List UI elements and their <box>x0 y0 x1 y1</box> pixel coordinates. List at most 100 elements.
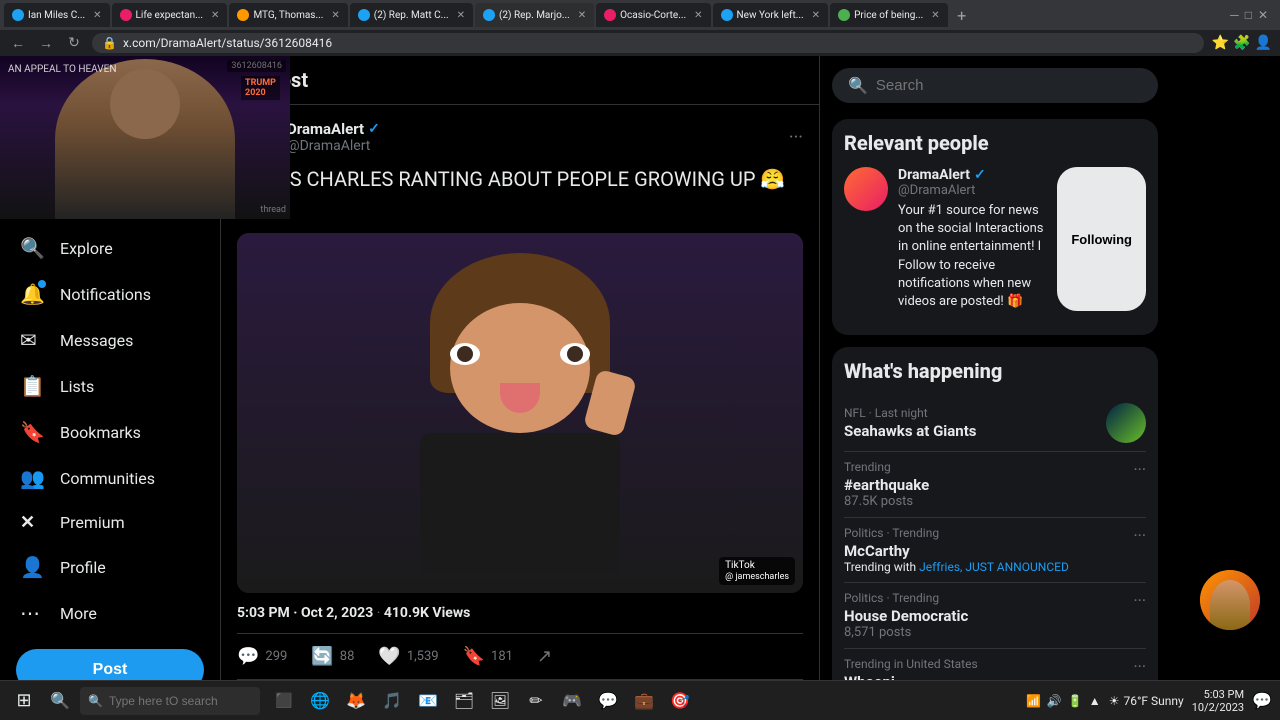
sidebar-item-messages[interactable]: ✉ Messages <box>4 318 216 362</box>
search-bar: 🔍 <box>832 68 1158 103</box>
browser-tab-5[interactable]: (2) Rep. Marjo... ✕ <box>475 3 594 27</box>
house-more-icon[interactable]: ··· <box>1133 591 1146 610</box>
share-icon: ↗ <box>537 646 552 667</box>
notification-up-icon[interactable]: ▲ <box>1089 694 1101 708</box>
browser-tab-3[interactable]: MTG, Thomas... ✕ <box>229 3 347 27</box>
relevant-people-title: Relevant people <box>844 131 1146 155</box>
earthquake-more-icon[interactable]: ··· <box>1133 460 1146 479</box>
trending-whoopi-row: Trending in United States Whoopi 6,616 p… <box>844 657 1146 680</box>
browser-tab-2[interactable]: Life expectan... ✕ <box>112 3 228 27</box>
tweet-meta: 5:03 PM · Oct 2, 2023 · 410.9K Views <box>237 605 803 621</box>
taskbar-edit-icon[interactable]: ✏ <box>520 685 552 717</box>
minimize-button[interactable]: ─ <box>1230 8 1239 22</box>
network-icon[interactable]: 📶 <box>1026 694 1041 708</box>
taskbar-firefox-icon[interactable]: 🦊 <box>340 685 372 717</box>
taskbar-search-button[interactable]: 🔍 <box>44 685 76 717</box>
search-input[interactable] <box>876 77 1142 94</box>
browser-tab-8[interactable]: Price of being... ✕ <box>830 3 948 27</box>
trending-mccarthy-row: Politics · Trending McCarthy Trending wi… <box>844 526 1146 574</box>
new-tab-button[interactable]: + <box>950 3 974 27</box>
back-button[interactable]: ← <box>8 35 28 52</box>
post-header: ← Post <box>221 56 819 105</box>
browser-tab-1[interactable]: Ian Miles C... ✕ <box>4 3 110 27</box>
maximize-button[interactable]: □ <box>1245 8 1252 22</box>
start-button[interactable]: ⊞ <box>8 685 40 717</box>
tweet-more-button[interactable]: ··· <box>789 127 803 148</box>
trending-item-mccarthy[interactable]: Politics · Trending McCarthy Trending wi… <box>844 518 1146 583</box>
forward-button[interactable]: → <box>36 35 56 52</box>
trending-house-row: Politics · Trending House Democratic 8,5… <box>844 591 1146 640</box>
taskbar-teams-icon[interactable]: 💼 <box>628 685 660 717</box>
browser-tab-6[interactable]: Ocasio-Corte... ✕ <box>596 3 710 27</box>
sidebar-item-lists[interactable]: 📋 Lists <box>4 364 216 408</box>
browser-tab-4[interactable]: (2) Rep. Matt C... ✕ <box>350 3 473 27</box>
whoopi-more-icon[interactable]: ··· <box>1133 657 1146 676</box>
bookmarks-icon: 🔖 <box>20 420 45 444</box>
tweet-author-name: DramaAlert ✓ <box>287 120 380 138</box>
lists-icon: 📋 <box>20 374 45 398</box>
mccarthy-info: Politics · Trending McCarthy Trending wi… <box>844 526 1069 574</box>
sidebar-item-bookmarks[interactable]: 🔖 Bookmarks <box>4 410 216 454</box>
follow-button[interactable]: Following <box>1057 167 1146 311</box>
taskbar-office-icon[interactable]: 🎯 <box>664 685 696 717</box>
tweet-video[interactable]: TikTok@ jamescharles <box>237 233 803 593</box>
bookmark-action[interactable]: 🔖 181 <box>463 646 513 667</box>
trending-item-earthquake[interactable]: Trending #earthquake 87.5K posts ··· <box>844 452 1146 518</box>
sound-icon[interactable]: 🔊 <box>1047 694 1062 708</box>
sidebar-item-premium-label: Premium <box>60 513 125 532</box>
reply-action[interactable]: 💬 299 <box>237 646 287 667</box>
seahawks-image <box>1106 403 1146 443</box>
battery-icon[interactable]: 🔋 <box>1068 694 1083 708</box>
mccarthy-more-icon[interactable]: ··· <box>1133 526 1146 545</box>
center-column: ← Post D DramaAlert ✓ @DramaAlert ··· <box>220 56 820 680</box>
sidebar-item-more[interactable]: ⋯ More <box>4 591 216 635</box>
premium-icon: ✕ <box>20 512 35 533</box>
post-button[interactable]: Post <box>16 649 204 680</box>
profile-icon[interactable]: 👤 <box>1255 35 1272 51</box>
sidebar-item-communities[interactable]: 👥 Communities <box>4 456 216 500</box>
extensions-icon[interactable]: 🧩 <box>1233 35 1250 51</box>
taskbar-chrome-icon[interactable]: 🌐 <box>304 685 336 717</box>
tiktok-badge: TikTok@ jamescharles <box>719 557 795 585</box>
notification-center[interactable]: 💬 <box>1252 691 1272 710</box>
house-topic: House Democratic <box>844 607 968 625</box>
retweet-icon: 🔄 <box>311 646 333 667</box>
like-action[interactable]: 🤍 1,539 <box>378 646 438 667</box>
taskbar-search-input[interactable] <box>109 694 249 708</box>
whoopi-topic: Whoopi <box>844 673 978 680</box>
tweet-author-row: D DramaAlert ✓ @DramaAlert ··· <box>237 117 803 157</box>
taskbar-photos-icon[interactable]: 🖼 <box>484 685 516 717</box>
sidebar-item-premium[interactable]: ✕ Premium <box>4 502 216 543</box>
taskbar-games-icon[interactable]: 🎮 <box>556 685 588 717</box>
close-button[interactable]: ✕ <box>1258 8 1268 22</box>
taskbar-search-bar[interactable]: 🔍 <box>80 687 260 715</box>
communities-icon: 👥 <box>20 466 45 490</box>
sidebar-item-notifications[interactable]: 🔔 Notifications <box>4 272 216 316</box>
retweet-action[interactable]: 🔄 88 <box>311 646 354 667</box>
taskbar-files-icon[interactable]: 🗂 <box>448 685 480 717</box>
share-action[interactable]: ↗ <box>537 646 552 667</box>
house-info: Politics · Trending House Democratic 8,5… <box>844 591 968 640</box>
more-icon: ⋯ <box>20 601 40 625</box>
trending-item-nfl[interactable]: NFL · Last night Seahawks at Giants <box>844 395 1146 452</box>
stream-avatar[interactable] <box>1200 570 1260 630</box>
trump-sign: TRUMP2020 <box>241 76 280 100</box>
refresh-button[interactable]: ↻ <box>64 35 84 51</box>
taskbar-music-icon[interactable]: 🎵 <box>376 685 408 717</box>
trending-item-house[interactable]: Politics · Trending House Democratic 8,5… <box>844 583 1146 649</box>
taskbar-clock: 5:03 PM 10/2/2023 <box>1192 688 1244 714</box>
taskbar-task-view[interactable]: ⬛ <box>268 685 300 717</box>
browser-tab-7[interactable]: New York left... ✕ <box>713 3 829 27</box>
trending-item-whoopi[interactable]: Trending in United States Whoopi 6,616 p… <box>844 649 1146 680</box>
tweet-author-handle: @DramaAlert <box>287 138 380 154</box>
taskbar-email-icon[interactable]: 📧 <box>412 685 444 717</box>
relevant-person-avatar[interactable] <box>844 167 888 211</box>
bookmark-icon[interactable]: ⭐ <box>1212 35 1229 51</box>
sidebar-item-profile[interactable]: 👤 Profile <box>4 545 216 589</box>
search-icon: 🔍 <box>848 76 868 95</box>
nfl-info: NFL · Last night Seahawks at Giants <box>844 406 1098 440</box>
sidebar-item-more-label: More <box>60 604 97 623</box>
address-bar[interactable]: 🔒 x.com/DramaAlert/status/3612608416 <box>92 33 1204 53</box>
sidebar-item-explore[interactable]: 🔍 Explore <box>4 226 216 270</box>
taskbar-discord-icon[interactable]: 💬 <box>592 685 624 717</box>
